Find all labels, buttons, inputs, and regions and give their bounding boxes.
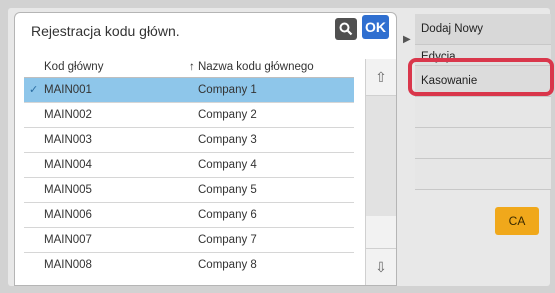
highlight-frame (408, 58, 554, 96)
search-icon (339, 22, 353, 36)
search-button[interactable] (335, 18, 357, 40)
empty-menu-slot (415, 97, 551, 128)
table-row[interactable]: MAIN002 Company 2 (24, 103, 354, 128)
side-menu: Dodaj Nowy Edycja Kasowanie (415, 14, 551, 190)
table-row[interactable]: MAIN003 Company 3 (24, 128, 354, 153)
row-code: MAIN008 (44, 259, 92, 271)
checkmark-icon: ✓ (29, 84, 39, 96)
row-name: Company 5 (198, 184, 257, 196)
ca-button[interactable]: CA (495, 207, 539, 235)
expand-arrow-icon[interactable]: ▶ (403, 34, 411, 45)
empty-menu-slot (415, 159, 551, 190)
row-code: MAIN002 (44, 109, 92, 121)
row-code: MAIN001 (44, 84, 92, 96)
main-panel: Rejestracja kodu główn. OK Kod główny ↑ … (14, 12, 397, 286)
scroll-down-button[interactable]: ⇩ (366, 248, 396, 285)
table-row[interactable]: MAIN005 Company 5 (24, 178, 354, 203)
code-table: Kod główny ↑ Nazwa kodu głównego ✓ MAIN0… (24, 55, 354, 277)
column-header-code[interactable]: Kod główny (44, 61, 103, 73)
row-name: Company 8 (198, 259, 257, 271)
row-name: Company 3 (198, 134, 257, 146)
scroll-up-button[interactable]: ⇧ (366, 59, 396, 96)
table-header: Kod główny ↑ Nazwa kodu głównego (24, 55, 354, 78)
row-code: MAIN005 (44, 184, 92, 196)
scrollbar[interactable]: ⇧ ⇩ (365, 59, 396, 285)
row-name: Company 4 (198, 159, 257, 171)
scroll-thumb[interactable] (366, 96, 396, 216)
table-row[interactable]: MAIN008 Company 8 (24, 253, 354, 277)
empty-menu-slot (415, 128, 551, 159)
table-row[interactable]: ✓ MAIN001 Company 1 (24, 78, 354, 103)
page-title: Rejestracja kodu główn. (31, 23, 180, 39)
column-header-name[interactable]: ↑ Nazwa kodu głównego (189, 61, 314, 73)
add-new-button[interactable]: Dodaj Nowy (415, 14, 551, 45)
scroll-up-icon: ⇧ (375, 68, 387, 85)
table-row[interactable]: MAIN007 Company 7 (24, 228, 354, 253)
row-code: MAIN007 (44, 234, 92, 246)
row-name: Company 6 (198, 209, 257, 221)
row-code: MAIN003 (44, 134, 92, 146)
scroll-down-icon: ⇩ (375, 258, 387, 275)
table-row[interactable]: MAIN004 Company 4 (24, 153, 354, 178)
row-name: Company 7 (198, 234, 257, 246)
row-code: MAIN006 (44, 209, 92, 221)
row-code: MAIN004 (44, 159, 92, 171)
table-row[interactable]: MAIN006 Company 6 (24, 203, 354, 228)
row-name: Company 2 (198, 109, 257, 121)
sort-arrow-icon: ↑ (189, 61, 195, 73)
row-name: Company 1 (198, 84, 257, 96)
ok-button[interactable]: OK (362, 15, 389, 39)
